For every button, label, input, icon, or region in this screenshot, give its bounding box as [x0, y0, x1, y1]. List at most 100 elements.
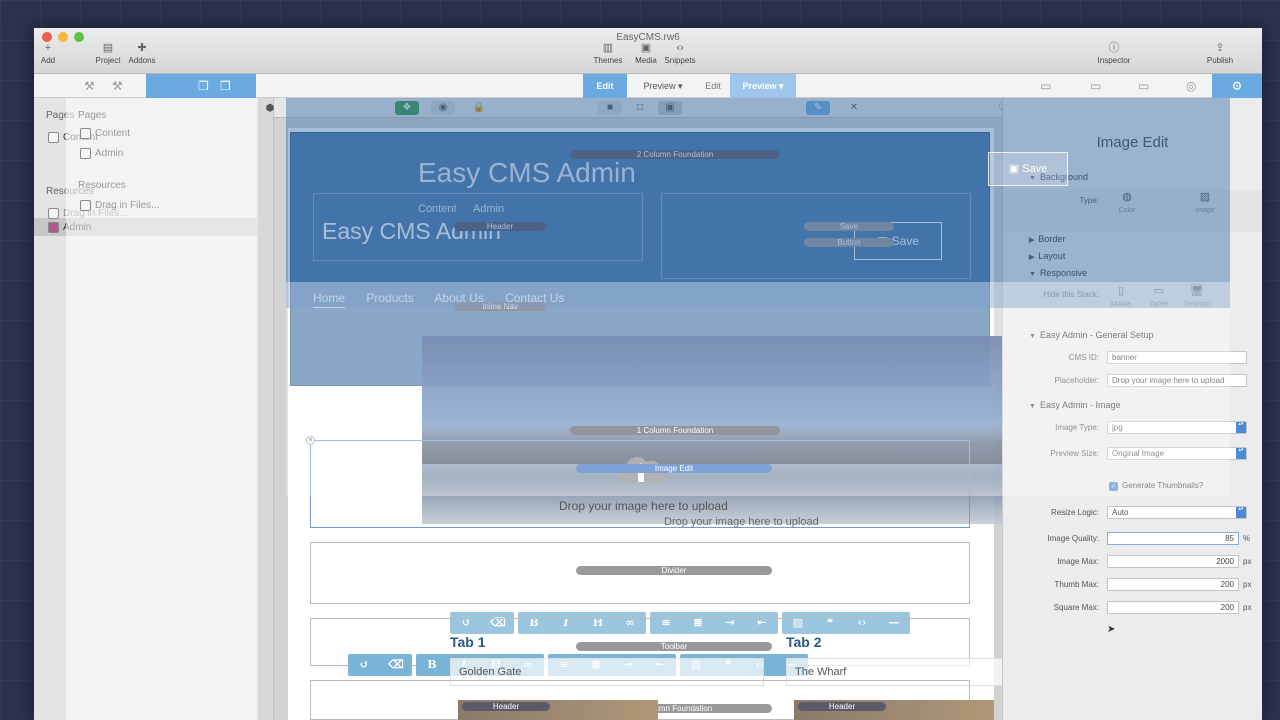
tablet-icon: ▭	[1153, 285, 1165, 297]
section-layout[interactable]: ▶ Layout	[1029, 251, 1065, 261]
add-button[interactable]: + Add	[34, 42, 70, 65]
drag-files-ghost[interactable]: Drag in Files...	[80, 200, 159, 211]
percent-unit: %	[1243, 534, 1251, 543]
section-responsive[interactable]: ▼ Responsive	[1029, 268, 1087, 278]
delete-stack-button[interactable]: ✕	[842, 101, 866, 115]
sidebar-ghost-overlay: Pages Content Admin Resources Drag in Fi…	[66, 98, 258, 720]
size-small-button[interactable]: ■	[598, 101, 622, 115]
stack-label-image-edit[interactable]: Image Edit	[576, 464, 772, 473]
layout-icon[interactable]: ▭	[1138, 79, 1149, 93]
sidebar-item-label: Content	[95, 128, 131, 140]
preview-size-select[interactable]: Original Image	[1107, 447, 1247, 460]
px-unit: px	[1243, 603, 1252, 612]
cube-icon[interactable]: ⬢	[262, 102, 278, 116]
layout-icon[interactable]: ▭	[1040, 79, 1051, 93]
size-large-button[interactable]: ▣	[658, 101, 682, 115]
hide-tablet-toggle[interactable]: ▭ Tablet	[1141, 284, 1177, 308]
section-label: Easy Admin - General Setup	[1039, 330, 1154, 340]
edit-stack-button[interactable]: ✎	[806, 101, 830, 115]
mouse-cursor: ➤	[1107, 624, 1116, 635]
image-type-select[interactable]: jpg	[1107, 421, 1247, 434]
hide-desktop-toggle[interactable]: 🖥 Desktop	[1179, 284, 1215, 308]
square-max-input[interactable]: 200	[1107, 601, 1239, 614]
save-button-stack[interactable]: ▣ Save	[661, 193, 971, 279]
size-medium-button[interactable]: □	[628, 101, 652, 115]
wrench-icon[interactable]: ⚒	[84, 79, 95, 93]
tab-2[interactable]: Tab 2	[786, 634, 822, 650]
stack-label-header-left[interactable]: Header	[462, 702, 550, 711]
nav-products[interactable]: Products	[366, 291, 413, 305]
type-color-option[interactable]: ◍ Color	[1109, 190, 1145, 214]
stack-label-save[interactable]: Save	[804, 222, 894, 231]
settings-button[interactable]: ⚙	[1212, 74, 1262, 98]
settings-icon[interactable]: ◎	[1186, 79, 1196, 93]
stack-label-toolbar[interactable]: Toolbar	[576, 642, 772, 651]
section-easy-admin-image[interactable]: ▼ Easy Admin - Image	[1029, 400, 1120, 410]
section-label: Layout	[1038, 251, 1066, 261]
ghost-save-button[interactable]: ▣ Save	[988, 152, 1068, 186]
sidebar-item-admin-ghost[interactable]: Admin	[80, 148, 123, 159]
visibility-button[interactable]: ◉	[431, 101, 455, 115]
stack-label-divider[interactable]: Divider	[576, 566, 772, 575]
window-titlebar: EasyCMS.rw6 + Add ▤ Project ✚ Addons ▥ Theme…	[34, 28, 1262, 74]
publish-button[interactable]: ⇪ Publish	[1198, 42, 1242, 65]
hide-mobile-toggle[interactable]: ▯ Mobile	[1103, 284, 1139, 308]
tools-icon[interactable]: ⚒	[112, 79, 123, 93]
type-image-option[interactable]: ▨ Image	[1187, 190, 1223, 214]
lock-icon: 🔒	[472, 102, 486, 113]
cms-id-input[interactable]: banner	[1107, 351, 1247, 364]
undo-icon[interactable]: ↺	[348, 654, 380, 676]
page-icon	[80, 128, 91, 139]
triangle-down-icon: ▼	[1029, 333, 1036, 340]
stack-label-2col[interactable]: 2 Column Foundation	[570, 150, 780, 159]
layout-icon[interactable]: ▭	[1090, 79, 1101, 93]
section-label: Border	[1038, 234, 1066, 244]
file-icon	[80, 200, 91, 211]
placeholder-label: Placeholder:	[1054, 376, 1099, 385]
addons-button[interactable]: ✚ Addons	[120, 42, 164, 65]
tab-1[interactable]: Tab 1	[450, 634, 486, 650]
mobile-icon: ▯	[1117, 285, 1125, 297]
close-icon[interactable]: ×	[306, 436, 315, 445]
stack-label-button[interactable]: Button	[804, 238, 894, 247]
stack-label-inline-nav[interactable]: Inline Nav	[454, 302, 546, 311]
nav-home[interactable]: Home	[313, 291, 346, 308]
preview-mode-tab-ghost[interactable]: Preview ▾	[730, 74, 796, 98]
placeholder-input[interactable]: Drop your image here to upload	[1107, 374, 1247, 387]
inspector-button[interactable]: ⓘ Inspector	[1092, 42, 1136, 65]
square-icon: ■	[606, 102, 614, 113]
generate-thumbnails-checkbox[interactable]: ✓ Generate Thumbnails?	[1109, 481, 1203, 491]
page-view-icon[interactable]: ❐	[220, 79, 231, 93]
snippets-label: Snippets	[664, 56, 696, 65]
image-upload-box[interactable]: Drop your image here to upload	[310, 440, 970, 528]
generate-thumbnails-label: Generate Thumbnails?	[1122, 481, 1204, 490]
edit-mode-tab[interactable]: Edit	[583, 74, 627, 98]
stack-view-icon[interactable]: ❐	[198, 79, 209, 93]
thumb-max-input[interactable]: 200	[1107, 578, 1239, 591]
eraser-icon[interactable]: ⌫	[380, 654, 412, 676]
project-icon: ▤	[102, 42, 114, 54]
hero-title: Easy CMS Admin	[418, 157, 636, 188]
resize-logic-select[interactable]: Auto	[1107, 506, 1247, 519]
drop-text: Drop your image here to upload	[559, 499, 728, 513]
image-quality-label: Image Quality:	[1047, 534, 1099, 543]
image-quality-input[interactable]: 85	[1107, 532, 1239, 545]
sidebar-item-content-ghost[interactable]: Content	[80, 128, 130, 139]
pencil-icon: ✎	[813, 102, 823, 113]
image-max-input[interactable]: 2000	[1107, 555, 1239, 568]
page-icon	[80, 148, 91, 159]
section-border[interactable]: ▶ Border	[1029, 234, 1065, 244]
stack-label-header[interactable]: Header	[454, 222, 546, 231]
page-icon	[48, 222, 59, 233]
snippets-button[interactable]: ‹› Snippets	[658, 42, 702, 65]
media-label: Media	[635, 56, 657, 65]
stack-label-1col[interactable]: 1 Column Foundation	[570, 426, 780, 435]
edit-mode-tab-ghost[interactable]: Edit	[698, 74, 728, 98]
stack-label-header-right[interactable]: Header	[798, 702, 886, 711]
preview-mode-tab[interactable]: Preview ▾	[632, 74, 694, 98]
lock-button[interactable]: 🔒	[467, 101, 491, 115]
bold-icon[interactable]: B	[416, 654, 448, 676]
section-general-setup[interactable]: ▼ Easy Admin - General Setup	[1029, 330, 1154, 340]
stack-info-button[interactable]: ❖	[395, 101, 419, 115]
stack-toolbar: ❖ ◉ 🔒 ■ □ ▣ ✎ ✕ ⓘ	[274, 98, 1009, 118]
